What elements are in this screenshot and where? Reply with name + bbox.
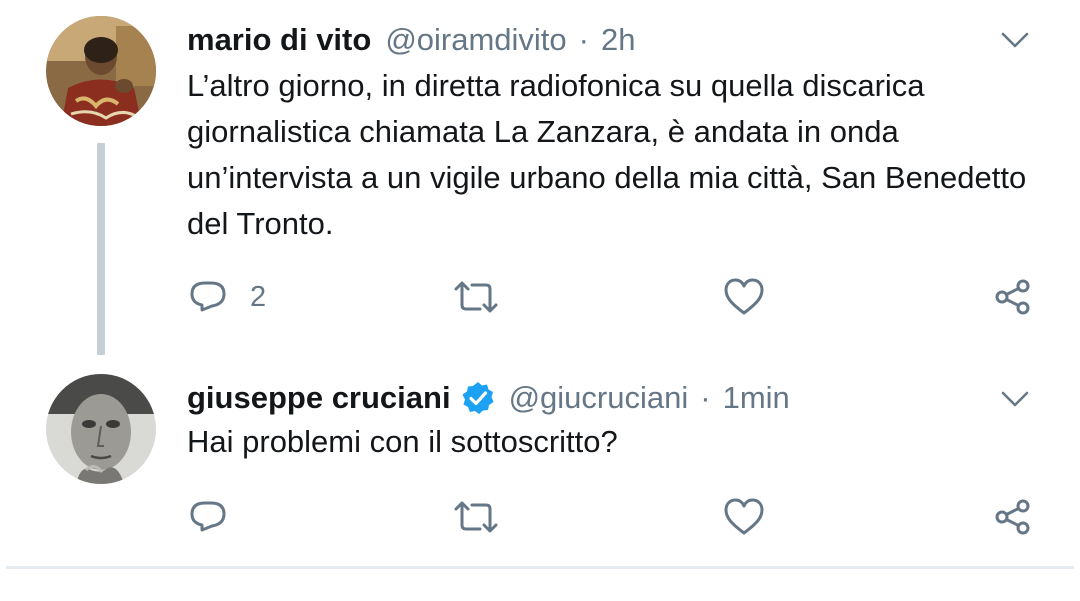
retweet-button[interactable] (452, 272, 522, 322)
share-icon (993, 277, 1033, 317)
reply-icon (188, 277, 228, 317)
heart-icon (722, 497, 766, 537)
divider (6, 566, 1074, 569)
author-name[interactable]: mario di vito (187, 22, 371, 58)
retweet-icon (452, 277, 500, 317)
timestamp[interactable]: 2h (601, 22, 635, 58)
tweet-header: giuseppe cruciani @giucruciani · 1min (187, 375, 1040, 421)
author-handle[interactable]: @oiramdivito (385, 22, 566, 58)
author-name[interactable]: giuseppe cruciani (187, 380, 451, 416)
share-button[interactable] (993, 492, 1033, 542)
separator-dot: · (700, 380, 711, 415)
avatar[interactable] (46, 16, 156, 126)
tweet-actions (0, 492, 1080, 542)
tweet-actions: 2 (0, 272, 1080, 322)
reply-button[interactable] (188, 492, 250, 542)
tweet[interactable]: giuseppe cruciani @giucruciani · 1min Ha… (0, 352, 1080, 567)
share-icon (993, 497, 1033, 537)
avatar[interactable] (46, 374, 156, 484)
tweet[interactable]: mario di vito @oiramdivito · 2h L’altro … (0, 0, 1080, 355)
reply-count: 2 (250, 280, 267, 313)
timestamp[interactable]: 1min (723, 380, 790, 416)
retweet-button[interactable] (452, 492, 522, 542)
heart-icon (722, 277, 766, 317)
share-button[interactable] (993, 272, 1033, 322)
tweet-header: mario di vito @oiramdivito · 2h (187, 17, 1040, 63)
thread-connector-line (97, 143, 105, 355)
tweet-text: L’altro giorno, in diretta radiofonica s… (187, 68, 1027, 241)
retweet-icon (452, 497, 500, 537)
chevron-down-icon[interactable] (1000, 384, 1030, 414)
chevron-down-icon[interactable] (1000, 25, 1030, 55)
reply-button[interactable]: 2 (188, 272, 266, 322)
like-button[interactable] (722, 272, 788, 322)
verified-badge-icon (461, 381, 495, 415)
author-handle[interactable]: @giucruciani (509, 380, 689, 416)
like-button[interactable] (722, 492, 788, 542)
tweet-text: Hai problemi con il sottoscritto? (187, 424, 618, 459)
reply-icon (188, 497, 228, 537)
separator-dot: · (578, 22, 589, 57)
